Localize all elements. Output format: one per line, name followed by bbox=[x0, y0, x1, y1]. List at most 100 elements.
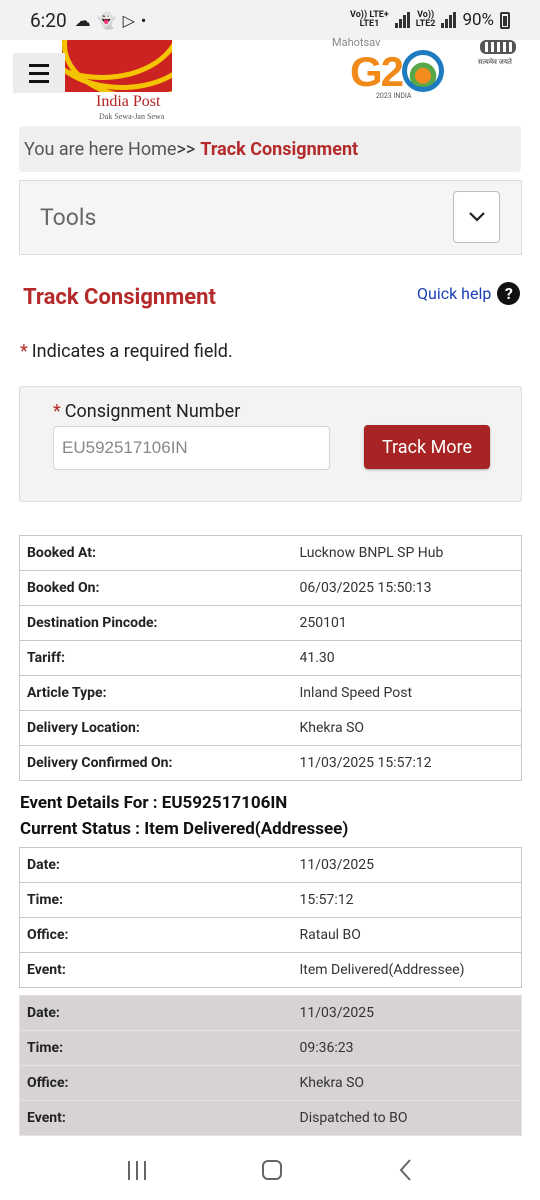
breadcrumb-home[interactable]: You are here Home bbox=[24, 139, 176, 160]
table-row: Article Type: Inland Speed Post bbox=[19, 675, 522, 711]
row-label: Office: bbox=[19, 917, 293, 953]
row-value: Khekra SO bbox=[292, 1065, 522, 1101]
tools-toggle-button[interactable] bbox=[453, 191, 500, 243]
table-row: Booked On: 06/03/2025 15:50:13 bbox=[19, 570, 522, 606]
recent-apps-button[interactable] bbox=[128, 1160, 146, 1180]
current-status: Current Status : Item Delivered(Addresse… bbox=[20, 819, 349, 839]
battery-percent: 90% bbox=[462, 10, 494, 30]
row-value: Lucknow BNPL SP Hub bbox=[292, 535, 522, 571]
national-emblem-icon: सत्यमेव जयते bbox=[478, 40, 518, 80]
row-value: 11/03/2025 bbox=[292, 847, 522, 883]
table-row: Date: 11/03/2025 bbox=[19, 847, 522, 883]
tracking-form: *Consignment Number Track More bbox=[19, 386, 522, 502]
quick-help-link[interactable]: Quick help ? bbox=[417, 282, 521, 305]
event-details-header: Event Details For : EU592517106IN Curren… bbox=[20, 790, 348, 842]
event-details-for: Event Details For : EU592517106IN bbox=[20, 793, 288, 813]
required-asterisk: * bbox=[53, 401, 61, 422]
table-row: Tariff: 41.30 bbox=[19, 640, 522, 676]
emblem-motto: सत्यमेव जयते bbox=[478, 58, 512, 66]
dot-icon: • bbox=[140, 10, 147, 30]
row-value: 11/03/2025 bbox=[292, 995, 522, 1031]
row-label: Date: bbox=[19, 847, 293, 883]
booking-details-table: Booked At: Lucknow BNPL SP Hub Booked On: 0… bbox=[19, 535, 522, 781]
back-button[interactable] bbox=[398, 1158, 412, 1182]
row-label: Event: bbox=[19, 952, 293, 988]
row-value: 41.30 bbox=[292, 640, 522, 676]
home-button[interactable] bbox=[262, 1160, 282, 1180]
cloud-icon: ☁ bbox=[74, 10, 91, 30]
notification-icons: ☁ 👻 ▷ • bbox=[75, 11, 147, 30]
consignment-label: * Consignment Number bbox=[53, 401, 240, 422]
sim2-label: Vo)) LTE2 bbox=[416, 11, 436, 29]
table-row: Booked At: Lucknow BNPL SP Hub bbox=[19, 535, 522, 571]
table-row: Delivery Location: Khekra SO bbox=[19, 710, 522, 746]
row-value: 06/03/2025 15:50:13 bbox=[292, 570, 522, 606]
breadcrumb: You are here Home >> Track Consignment bbox=[19, 126, 521, 172]
row-label: Booked At: bbox=[19, 535, 293, 571]
row-value: 15:57:12 bbox=[292, 882, 522, 918]
table-row: Office: Rataul BO bbox=[19, 917, 522, 953]
row-value: 11/03/2025 15:57:12 bbox=[292, 745, 522, 781]
battery-icon bbox=[500, 11, 510, 29]
help-icon[interactable]: ? bbox=[497, 282, 521, 305]
row-label: Delivery Location: bbox=[19, 710, 293, 746]
row-label: Booked On: bbox=[19, 570, 293, 606]
row-label: Office: bbox=[19, 1065, 293, 1101]
snapchat-icon: 👻 bbox=[96, 10, 117, 30]
required-note-text: Indicates a required field. bbox=[31, 341, 233, 362]
row-label: Destination Pincode: bbox=[19, 605, 293, 641]
required-field-note: * Indicates a required field. bbox=[20, 341, 233, 362]
required-asterisk: * bbox=[20, 341, 28, 362]
consignment-number-input[interactable] bbox=[53, 426, 330, 470]
row-label: Time: bbox=[19, 882, 293, 918]
logo-graphic bbox=[62, 40, 172, 92]
system-nav-bar bbox=[0, 1140, 540, 1200]
table-row: Office: Khekra SO bbox=[19, 1065, 522, 1101]
event-table-2: Date: 11/03/2025 Time: 09:36:23 Office: Khekr… bbox=[19, 995, 522, 1136]
row-value: Inland Speed Post bbox=[292, 675, 522, 711]
play-store-icon: ▷ bbox=[122, 10, 135, 30]
sim1-label: Vo)) LTE+ LTE1 bbox=[350, 11, 389, 29]
hamburger-menu-button[interactable] bbox=[13, 53, 65, 93]
g20-logo: Mahotsav G2 2023 INDIA bbox=[332, 36, 450, 100]
table-row: Destination Pincode: 250101 bbox=[19, 605, 522, 641]
table-row: Date: 11/03/2025 bbox=[19, 995, 522, 1031]
table-row: Time: 09:36:23 bbox=[19, 1030, 522, 1066]
row-label: Tariff: bbox=[19, 640, 293, 676]
row-label: Date: bbox=[19, 995, 293, 1031]
breadcrumb-current: Track Consignment bbox=[200, 138, 359, 160]
tools-panel: Tools bbox=[19, 180, 522, 255]
g20-lotus-icon bbox=[402, 50, 444, 92]
row-value: Rataul BO bbox=[292, 917, 522, 953]
table-row: Time: 15:57:12 bbox=[19, 882, 522, 918]
g20-bottom-text: 2023 INDIA bbox=[376, 92, 412, 100]
clock: 6:20 bbox=[30, 8, 67, 32]
row-label: Time: bbox=[19, 1030, 293, 1066]
consignment-label-text: Consignment Number bbox=[64, 401, 241, 422]
table-row: Event: Item Delivered(Addressee) bbox=[19, 952, 522, 988]
event-table-1: Date: 11/03/2025 Time: 15:57:12 Office: Ratau… bbox=[19, 847, 522, 988]
signal-icon-2 bbox=[441, 12, 457, 28]
row-value: 250101 bbox=[292, 605, 522, 641]
quick-help-label[interactable]: Quick help bbox=[417, 284, 491, 303]
sim2-bottom: LTE2 bbox=[415, 19, 436, 29]
table-row: Delivery Confirmed On: 11/03/2025 15:57:1… bbox=[19, 745, 522, 781]
table-row: Event: Dispatched to BO bbox=[19, 1100, 522, 1136]
row-value: Khekra SO bbox=[292, 710, 522, 746]
logo-tagline: Dak Sewa-Jan Sewa bbox=[99, 112, 165, 121]
g20-text: G2 bbox=[350, 48, 404, 95]
row-value: Item Delivered(Addressee) bbox=[292, 952, 522, 988]
row-value: Dispatched to BO bbox=[292, 1100, 522, 1136]
row-label: Article Type: bbox=[19, 675, 293, 711]
status-bar: 6:20 ☁ 👻 ▷ • Vo)) LTE+ LTE1 Vo)) LTE2 90… bbox=[0, 0, 540, 40]
page-title: Track Consignment bbox=[23, 285, 216, 310]
sim1-bottom: LTE1 bbox=[359, 19, 380, 29]
breadcrumb-separator: >> bbox=[176, 138, 196, 160]
row-label: Event: bbox=[19, 1100, 293, 1136]
track-more-button[interactable]: Track More bbox=[364, 425, 490, 469]
row-value: 09:36:23 bbox=[292, 1030, 522, 1066]
row-label: Delivery Confirmed On: bbox=[19, 745, 293, 781]
chevron-down-icon bbox=[468, 212, 485, 222]
logo-name: India Post bbox=[96, 93, 161, 110]
signal-icon bbox=[394, 12, 410, 28]
